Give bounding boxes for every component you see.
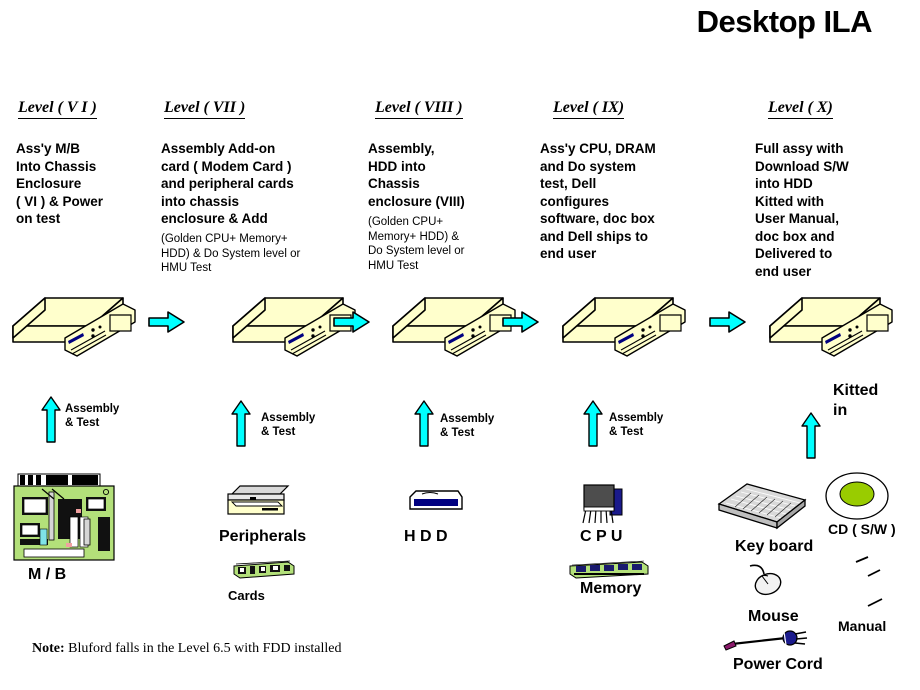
assembly-label-ix: Assembly & Test	[609, 412, 664, 438]
page-title: Desktop ILA	[696, 4, 873, 39]
hdd-caption: H D D	[404, 528, 448, 545]
keyboard-caption: Key board	[735, 538, 814, 555]
mouse-caption: Mouse	[748, 608, 799, 625]
level-header-vii: Level ( VII )	[164, 99, 246, 119]
chassis-level-ix	[555, 288, 690, 368]
assembly-arrow-vi	[40, 396, 62, 444]
expansion-card-icon	[232, 558, 296, 585]
footer-note: Note: Bluford falls in the Level 6.5 wit…	[32, 641, 342, 657]
level-ix-description: Ass'y CPU, DRAM and Do system test, Dell…	[540, 141, 656, 261]
mouse-icon	[744, 562, 788, 607]
cards-caption: Cards	[228, 588, 265, 603]
assembly-arrow-vii	[230, 400, 252, 448]
cd-caption: CD ( S/W )	[828, 521, 896, 537]
assembly-label-viii: Assembly & Test	[440, 413, 495, 439]
chassis-level-viii	[385, 288, 520, 368]
level-viii-description: Assembly, HDD into Chassis enclosure (VI…	[368, 141, 465, 209]
level-vi-description: Ass'y M/B Into Chassis Enclosure ( VI ) …	[16, 141, 104, 226]
assembly-arrow-viii	[413, 400, 435, 448]
kitted-arrow-x	[800, 412, 822, 460]
keyboard-icon	[715, 478, 810, 535]
kitted-label-x: Kitted in	[833, 382, 879, 419]
cpu-caption: C P U	[580, 528, 623, 545]
footer-note-text: Bluford falls in the Level 6.5 with FDD …	[68, 641, 342, 656]
flow-arrow-1	[148, 309, 186, 335]
cd-icon	[824, 470, 890, 527]
chassis-level-vi	[5, 288, 140, 368]
cpu-icon	[580, 483, 634, 532]
assembly-label-vii: Assembly & Test	[261, 412, 316, 438]
peripherals-caption: Peripherals	[219, 528, 307, 545]
chassis-level-x	[762, 288, 897, 368]
power-cord-caption: Power Cord	[733, 656, 823, 673]
level-viii-subnote: (Golden CPU+ Memory+ HDD) & Do System le…	[368, 216, 465, 272]
hdd-icon	[408, 489, 464, 518]
level-header-ix: Level ( IX)	[553, 99, 625, 119]
memory-caption: Memory	[580, 580, 642, 597]
level-x-description: Full assy with Download S/W into HDD Kit…	[755, 141, 849, 279]
level-vii-subnote: (Golden CPU+ Memory+ HDD) & Do System le…	[161, 233, 301, 274]
motherboard-caption: M / B	[28, 566, 67, 583]
motherboard-icon	[8, 473, 126, 578]
peripherals-drive-icon	[222, 484, 292, 527]
level-header-x: Level ( X)	[768, 99, 833, 119]
manual-caption: Manual	[838, 618, 887, 634]
flow-arrow-3	[502, 309, 540, 335]
flow-arrow-2	[333, 309, 371, 335]
assembly-arrow-ix	[582, 400, 604, 448]
assembly-label-vi: Assembly & Test	[65, 403, 120, 429]
footer-note-label: Note:	[32, 641, 65, 656]
level-header-viii: Level ( VIII )	[375, 99, 463, 119]
flow-arrow-4	[709, 309, 747, 335]
level-vii-description: Assembly Add-on card ( Modem Card ) and …	[161, 141, 294, 226]
manual-icon	[834, 552, 906, 619]
level-header-vi: Level ( V I )	[18, 99, 97, 119]
